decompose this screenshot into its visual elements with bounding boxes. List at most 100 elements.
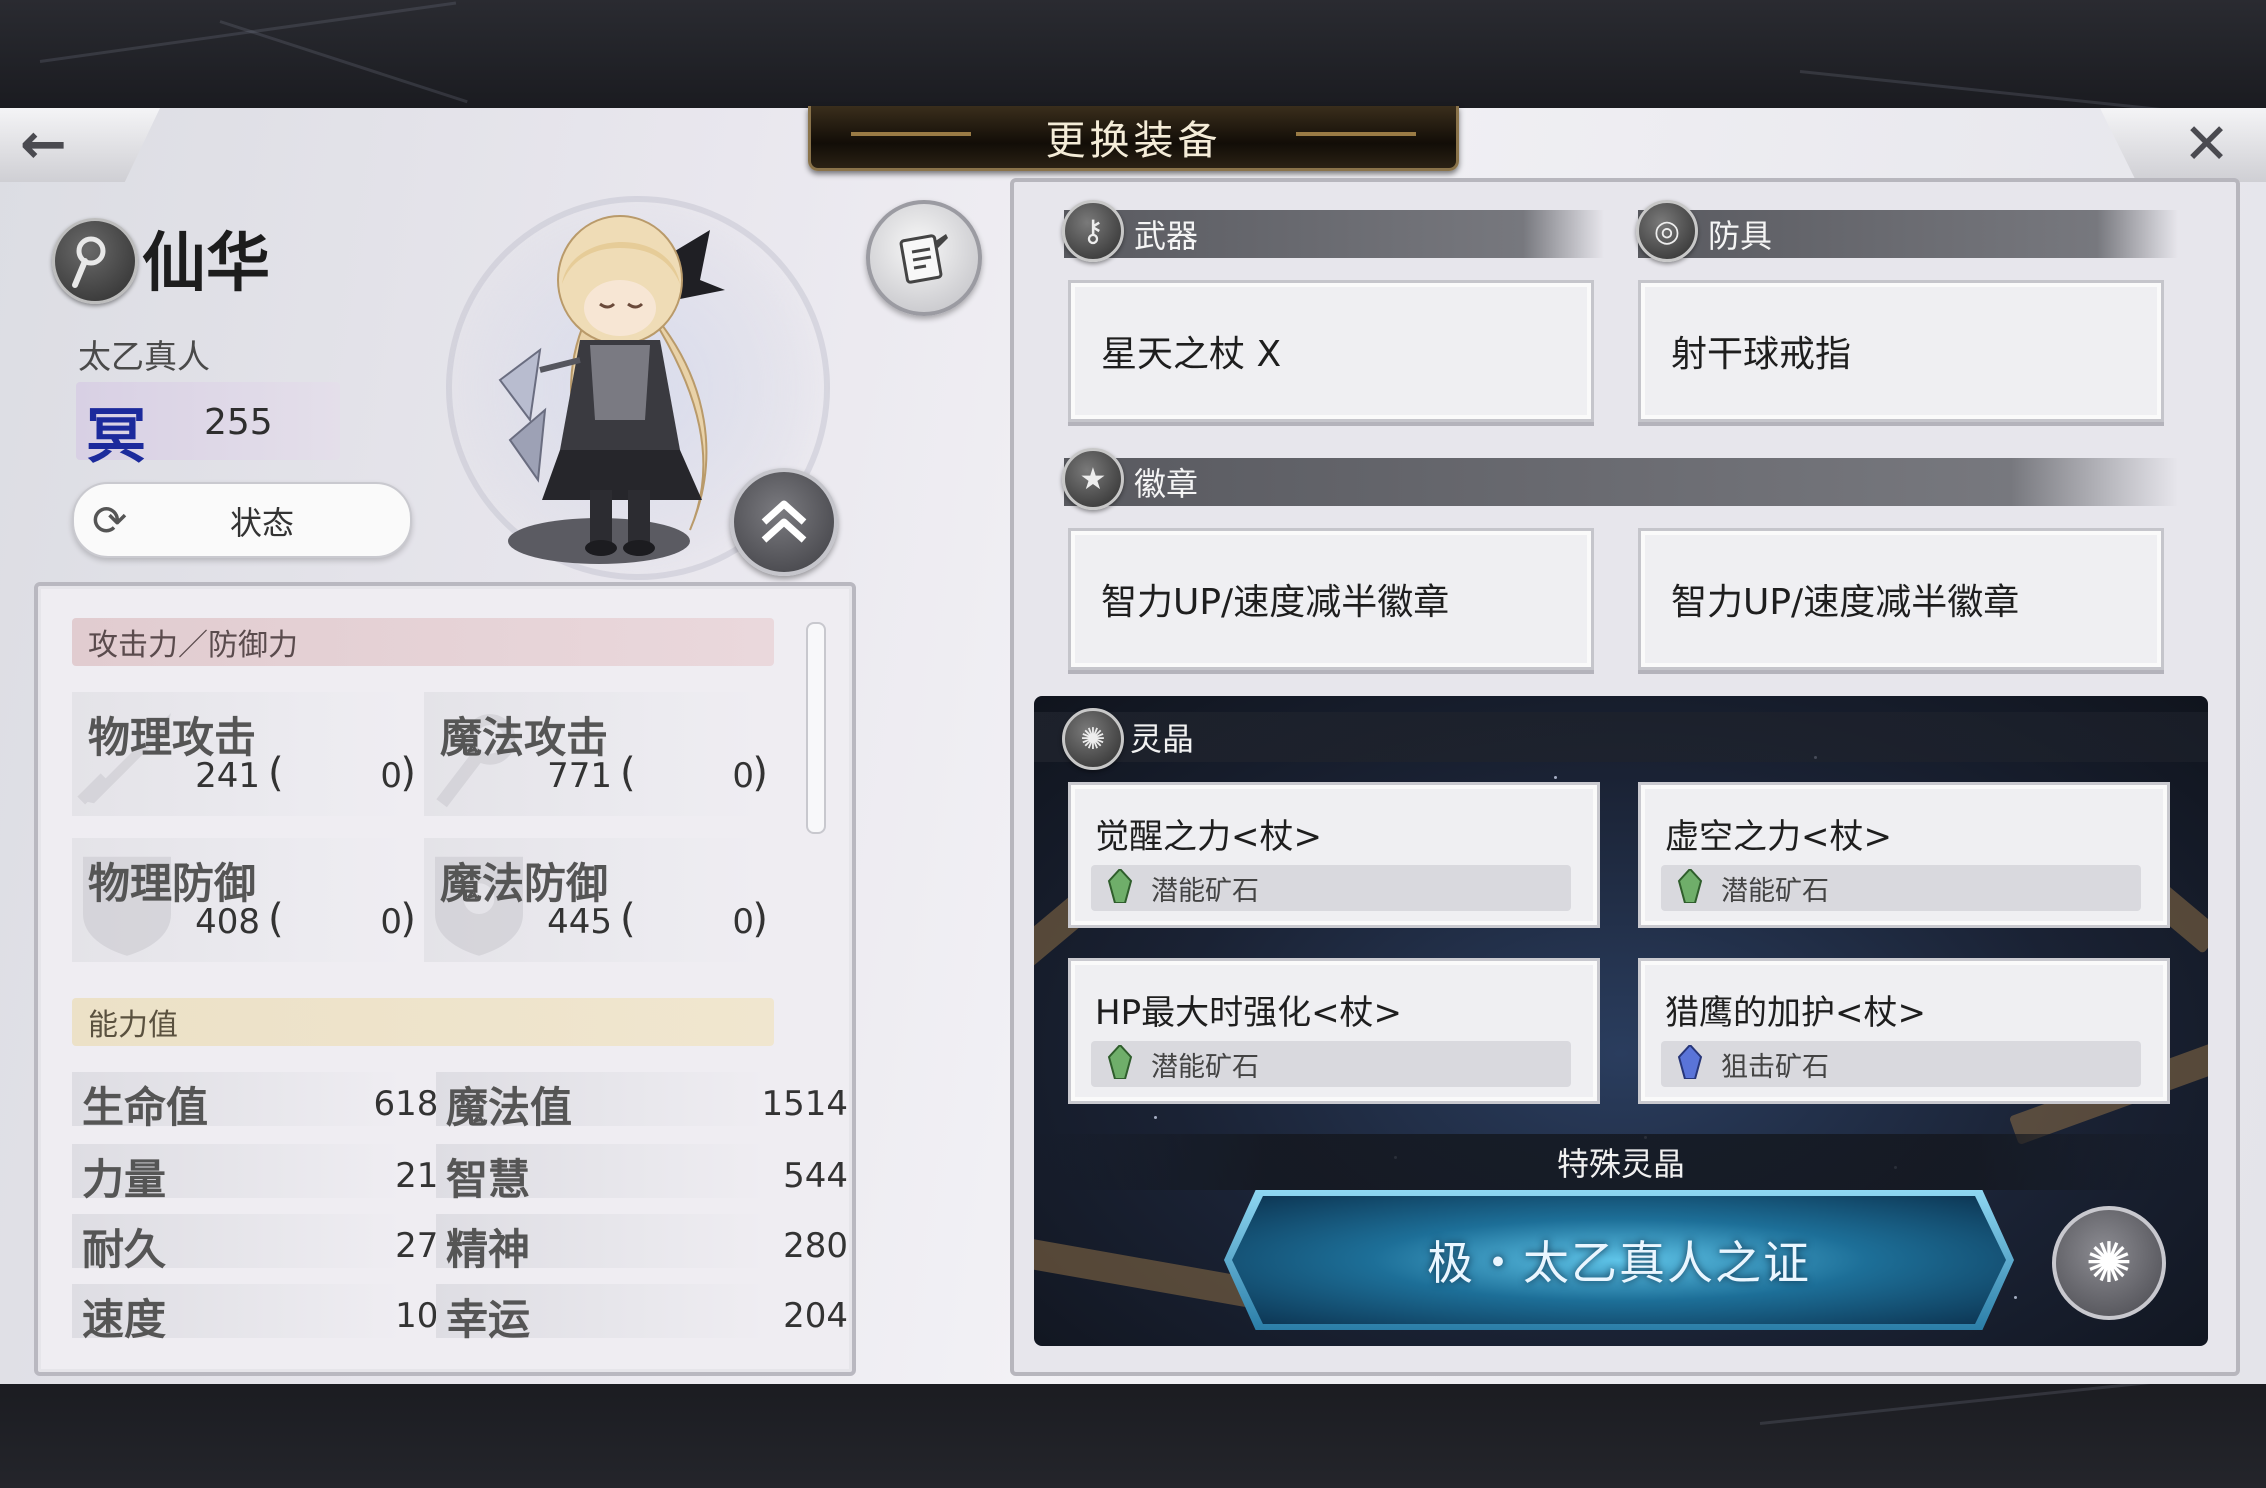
ore-label: 潜能矿石	[1151, 1051, 1259, 1083]
banner-ornament	[1296, 132, 1416, 136]
ability-label: 生命值	[82, 1083, 209, 1132]
double-chevron-up-icon	[761, 500, 807, 543]
ability-label: 魔法值	[446, 1083, 573, 1132]
crystal-slot-2[interactable]: 虚空之力<杖> 潜能矿石	[1638, 782, 2170, 928]
expand-button[interactable]	[730, 468, 838, 576]
notes-button[interactable]	[866, 200, 982, 316]
ability-row: 耐久 276	[72, 1214, 460, 1274]
ability-row: 智慧 544	[436, 1144, 848, 1204]
decor-ribbon	[1034, 1236, 1253, 1308]
crystal-ore-row: 潜能矿石	[1661, 865, 2141, 911]
ability-value: 204	[783, 1296, 848, 1336]
badge-item-name: 智力UP/速度减半徽章	[1101, 582, 1450, 623]
star	[1554, 776, 1557, 779]
armor-category-label: 防具	[1708, 217, 1773, 255]
ore-label: 潜能矿石	[1151, 875, 1259, 907]
weapon-item-name: 星天之杖 X	[1101, 334, 1282, 375]
ability-label: 速度	[82, 1295, 167, 1344]
attack-defense-header: 攻击力／防御力	[72, 618, 774, 666]
ability-row: 精神 280	[436, 1214, 848, 1274]
stat-value: 241	[195, 756, 260, 796]
crystal-slot-4[interactable]: 猎鹰的加护<杖> 狙击矿石	[1638, 958, 2170, 1104]
crystal-slot-1[interactable]: 觉醒之力<杖> 潜能矿石	[1068, 782, 1600, 928]
badge-category-bar: 徽章	[1064, 458, 2178, 506]
stat-paren-close: )	[752, 896, 768, 942]
level-value: 255	[204, 402, 273, 443]
special-crystal-name: 极・太乙真人之证	[1427, 1236, 1811, 1290]
weapon-slot[interactable]: 星天之杖 X	[1068, 280, 1594, 422]
special-crystal-label: 特殊灵晶	[1034, 1134, 2208, 1190]
green-gem-icon	[1107, 869, 1133, 903]
special-crystal-button[interactable]: 极・太乙真人之证	[1232, 1196, 2006, 1324]
crystal-settings-button[interactable]: ✺	[2052, 1206, 2166, 1320]
green-gem-icon	[1677, 869, 1703, 903]
ability-label: 力量	[82, 1155, 167, 1204]
title-banner: 更换装备	[808, 106, 1459, 171]
armor-category-bar: 防具	[1638, 210, 2178, 258]
crystal-ore-row: 狙击矿石	[1661, 1041, 2141, 1087]
badge-item-name: 智力UP/速度减半徽章	[1671, 582, 2020, 623]
ability-row: 力量 213	[72, 1144, 460, 1204]
ability-row: 魔法值 1514	[436, 1072, 848, 1132]
stat-bonus: 0	[732, 756, 754, 796]
stat-paren-close: )	[752, 750, 768, 796]
status-label: 状态	[230, 504, 295, 542]
top-decor-band	[0, 0, 2266, 113]
stat-paren-open: (	[620, 896, 636, 942]
character-class: 太乙真人	[78, 337, 210, 376]
close-icon: ✕	[2183, 112, 2230, 177]
ability-value: 544	[783, 1156, 848, 1196]
banner-ornament	[851, 132, 971, 136]
stat-physical-attack: 物理攻击 241 ( 0 )	[72, 692, 416, 816]
ability-label: 智慧	[446, 1155, 531, 1204]
ability-label: 幸运	[446, 1295, 531, 1344]
decor-line	[219, 20, 468, 104]
crystal-name: 猎鹰的加护<杖>	[1665, 993, 1926, 1033]
stat-paren-open: (	[268, 896, 284, 942]
stat-paren-close: )	[400, 896, 416, 942]
badge-category-label: 徽章	[1134, 465, 1199, 503]
star	[1154, 1116, 1157, 1119]
ability-label: 精神	[446, 1225, 531, 1274]
badge-slot-2[interactable]: 智力UP/速度减半徽章	[1638, 528, 2164, 670]
stat-bonus: 0	[380, 756, 402, 796]
decor-line	[1799, 70, 2179, 113]
back-arrow-icon: ←	[20, 112, 67, 177]
ability-row: 速度 105	[72, 1284, 460, 1344]
refresh-icon: ⟳	[92, 496, 128, 545]
ability-value: 280	[783, 1226, 848, 1266]
armor-item-name: 射干球戒指	[1671, 334, 1852, 375]
stat-paren-open: (	[620, 750, 636, 796]
crystal-category-label: 灵晶	[1130, 720, 1195, 758]
crystal-ore-row: 潜能矿石	[1091, 1041, 1571, 1087]
armor-slot[interactable]: 射干球戒指	[1638, 280, 2164, 422]
badge-star-icon: ★	[1062, 448, 1124, 510]
stat-value: 771	[547, 756, 612, 796]
ability-row: 幸运 204	[436, 1284, 848, 1344]
stat-bonus: 0	[732, 902, 754, 942]
stats-scrollbar[interactable]	[806, 622, 826, 834]
stat-value: 445	[547, 902, 612, 942]
stat-magic-defense: 魔法防御 445 ( 0 )	[424, 838, 768, 962]
stat-bonus: 0	[380, 902, 402, 942]
weapon-category-label: 武器	[1134, 217, 1199, 255]
sparkle-icon: ✺	[2085, 1230, 2133, 1296]
ability-row: 生命值 6180	[72, 1072, 460, 1132]
bottom-decor-band	[0, 1371, 2266, 1488]
page-title: 更换装备	[1045, 118, 1222, 164]
weapon-icon: ⚷	[1062, 200, 1124, 262]
ring-icon: ◎	[1636, 200, 1698, 262]
badge-slot-1[interactable]: 智力UP/速度减半徽章	[1068, 528, 1594, 670]
level-glyph: 冥	[86, 402, 146, 472]
stat-magic-attack: 魔法攻击 771 ( 0 )	[424, 692, 768, 816]
character-portrait[interactable]	[470, 200, 770, 570]
crystal-slot-3[interactable]: HP最大时强化<杖> 潜能矿石	[1068, 958, 1600, 1104]
weapon-category-bar: 武器	[1064, 210, 1604, 258]
ore-label: 狙击矿石	[1721, 1051, 1829, 1083]
crystal-name: HP最大时强化<杖>	[1095, 993, 1403, 1033]
staff-class-icon	[52, 218, 138, 304]
ability-value: 1514	[761, 1084, 848, 1124]
crystal-name: 觉醒之力<杖>	[1095, 817, 1322, 857]
crystal-icon: ✺	[1062, 708, 1124, 770]
stat-physical-defense: 物理防御 408 ( 0 )	[72, 838, 416, 962]
